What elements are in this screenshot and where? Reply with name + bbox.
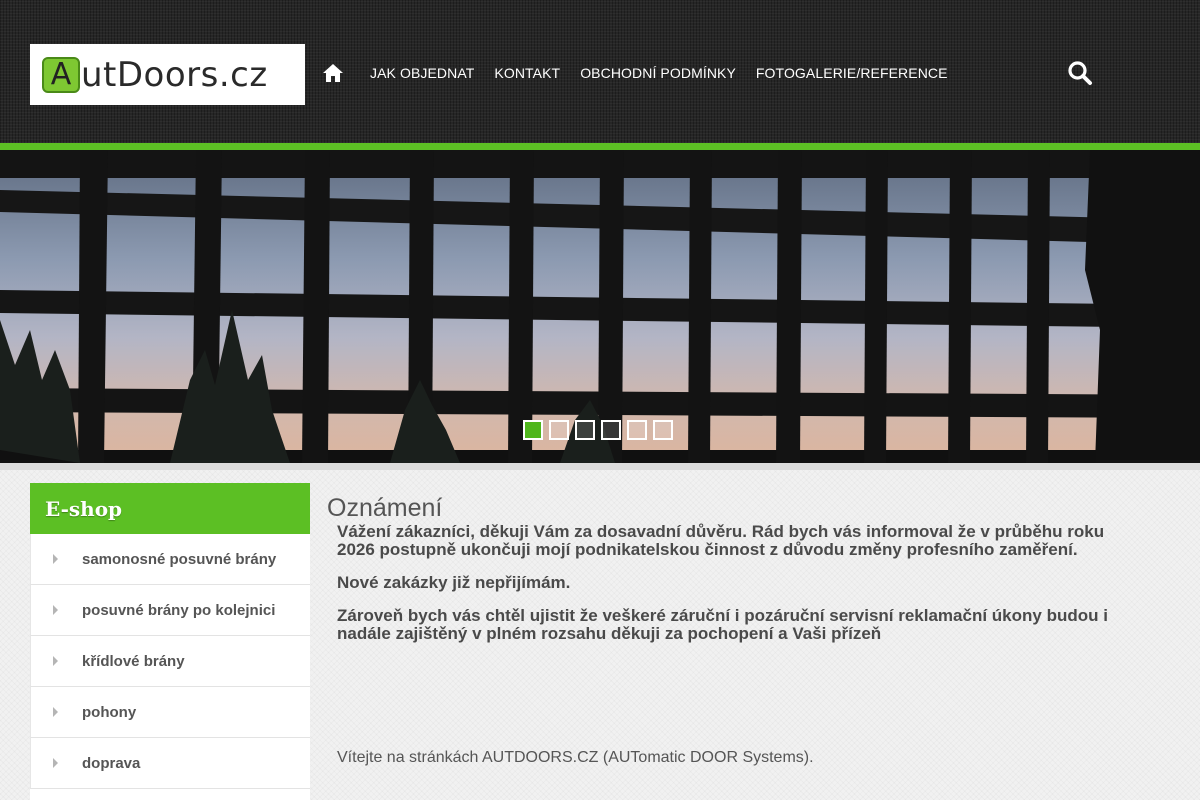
chevron-right-icon	[53, 758, 58, 768]
header-accent-bar	[0, 143, 1200, 150]
sidebar-item-kridlove-brany[interactable]: křídlové brány	[30, 636, 310, 687]
slider-dot-3[interactable]	[575, 420, 595, 440]
search-button[interactable]	[1067, 60, 1093, 86]
chevron-right-icon	[53, 554, 58, 564]
nav-jak-objednat[interactable]: JAK OBJEDNAT	[370, 65, 474, 81]
slider-dot-4[interactable]	[601, 420, 621, 440]
search-icon	[1068, 61, 1092, 85]
announcement-paragraph: Zároveň bych vás chtěl ujistit že vešker…	[337, 606, 1108, 643]
logo-text: utDoors.cz	[81, 54, 268, 95]
hero-slider	[0, 150, 1200, 463]
slider-dot-6[interactable]	[653, 420, 673, 440]
sidebar-item-label: posuvné brány po kolejnici	[82, 601, 276, 619]
chevron-right-icon	[53, 605, 58, 615]
slider-dot-1[interactable]	[523, 420, 543, 440]
chevron-right-icon	[53, 656, 58, 666]
home-icon	[323, 64, 343, 82]
sidebar-item-label: pohony	[82, 703, 137, 721]
chevron-right-icon	[53, 707, 58, 717]
sidebar-item-posuvne-brany[interactable]: posuvné brány po kolejnici	[30, 585, 310, 636]
site-logo[interactable]: A utDoors.cz	[30, 44, 305, 105]
main-content: Oznámení Vážení zákazníci, děkuji Vám za…	[327, 493, 1147, 658]
nav-fotogalerie[interactable]: FOTOGALERIE/REFERENCE	[756, 65, 948, 81]
sidebar-item-doprava[interactable]: doprava	[30, 738, 310, 789]
welcome-text: Vítejte na stránkách AUTDOORS.CZ (AUToma…	[337, 749, 814, 766]
announcement: Vážení zákazníci, děkuji Vám za dosavadn…	[337, 523, 1127, 643]
main-nav: JAK OBJEDNAT KONTAKT OBCHODNÍ PODMÍNKY F…	[322, 60, 968, 86]
eshop-sidebar: E-shop samonosné posuvné brány posuvné b…	[30, 483, 310, 800]
slider-dot-5[interactable]	[627, 420, 647, 440]
sidebar-title: E-shop	[30, 483, 310, 534]
hero-bottom-strip	[0, 463, 1200, 470]
announcement-paragraph: Nové zakázky již nepřijímám.	[337, 573, 571, 592]
sidebar-item-samonosne-brany[interactable]: samonosné posuvné brány	[30, 534, 310, 585]
slider-dot-2[interactable]	[549, 420, 569, 440]
slider-pagination	[523, 420, 679, 440]
page-title: Oznámení	[327, 494, 443, 522]
sidebar-item-label: křídlové brány	[82, 652, 185, 670]
sidebar-item-label: samonosné posuvné brány	[82, 550, 277, 568]
sidebar-item-label: doprava	[82, 754, 141, 772]
nav-kontakt[interactable]: KONTAKT	[494, 65, 560, 81]
nav-obchodni-podminky[interactable]: OBCHODNÍ PODMÍNKY	[580, 65, 736, 81]
sidebar-item-pohony[interactable]: pohony	[30, 687, 310, 738]
hero-image-gate-silhouette	[0, 150, 1200, 463]
logo-mark: A	[42, 56, 80, 93]
announcement-paragraph: Vážení zákazníci, děkuji Vám za dosavadn…	[337, 522, 1105, 559]
home-link[interactable]	[322, 61, 346, 85]
